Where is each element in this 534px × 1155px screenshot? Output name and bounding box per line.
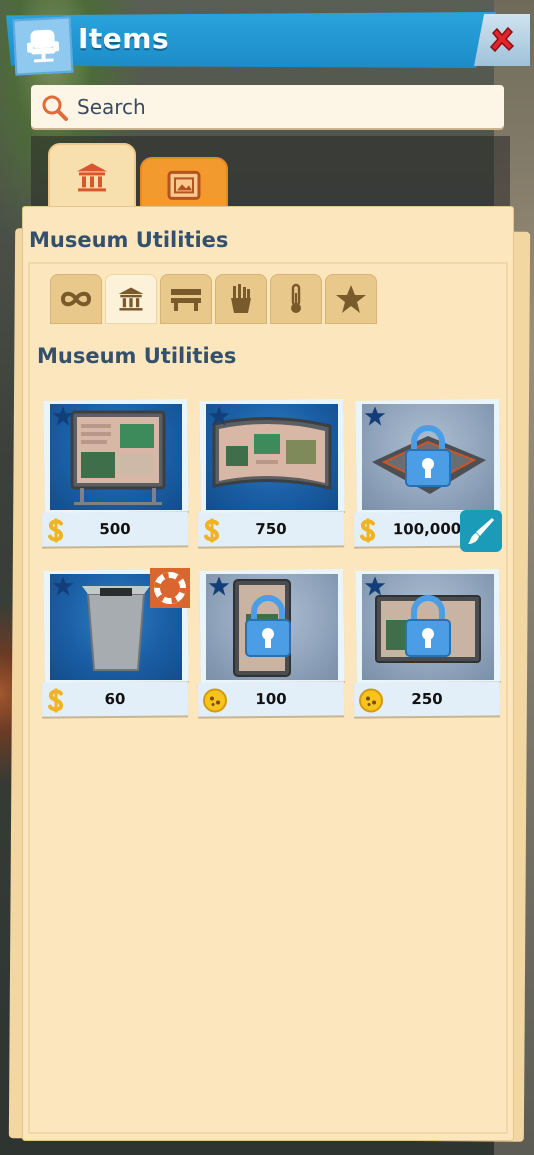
price-bar: 60 (41, 681, 189, 717)
search-box[interactable] (31, 85, 504, 128)
subtab-food[interactable] (215, 274, 267, 324)
item-card[interactable]: 500 (41, 399, 189, 547)
price-bar: 250 (353, 681, 501, 717)
item-price: 100 (255, 689, 287, 709)
item-price: 500 (99, 519, 131, 539)
item-card[interactable]: 100,000 (353, 399, 502, 552)
lock-icon (405, 425, 451, 487)
item-card[interactable]: 60 (41, 568, 190, 717)
paintbrush-icon (468, 518, 494, 544)
lock-icon (245, 595, 291, 657)
item-price: 60 (104, 689, 126, 709)
favorite-star-icon[interactable] (208, 405, 230, 427)
chair-icon (12, 16, 74, 76)
search-input[interactable] (77, 85, 477, 128)
item-card[interactable]: 750 (197, 399, 345, 547)
star-icon (336, 285, 366, 313)
favorite-star-icon[interactable] (364, 575, 386, 597)
thermometer-icon (291, 283, 301, 313)
lock-icon (405, 595, 451, 657)
lifebuoy-icon (154, 572, 186, 604)
museum-icon (77, 163, 107, 192)
tab-museum[interactable] (48, 143, 136, 215)
lifebuoy-badge (150, 568, 190, 608)
search-icon (42, 95, 68, 121)
paintbrush-badge[interactable] (460, 510, 502, 552)
item-card[interactable]: 250 (353, 569, 501, 717)
fries-icon (231, 284, 251, 313)
price-bar: 100 (197, 681, 345, 717)
section-title: Museum Utilities (29, 228, 229, 252)
price-bar: 750 (197, 511, 345, 547)
item-price: 750 (255, 519, 287, 539)
item-card[interactable]: 100 (197, 569, 345, 717)
favorite-star-icon[interactable] (364, 405, 386, 427)
subtab-favorites[interactable] (325, 274, 377, 324)
subtab-museum[interactable] (105, 274, 157, 324)
subtab-all[interactable] (50, 274, 102, 324)
subsection-title: Museum Utilities (37, 344, 237, 368)
infinity-icon (60, 291, 92, 307)
close-x-icon (489, 26, 515, 53)
favorite-star-icon[interactable] (208, 575, 230, 597)
item-price: 250 (411, 689, 443, 709)
bench-icon (171, 289, 201, 311)
museum-icon (118, 287, 144, 311)
picture-frame-icon (167, 170, 201, 200)
price-bar: 500 (41, 511, 189, 547)
favorite-star-icon[interactable] (52, 575, 74, 597)
window-title: Items (78, 22, 170, 55)
favorite-star-icon[interactable] (52, 405, 74, 427)
subtab-bench[interactable] (160, 274, 212, 324)
subtab-climate[interactable] (270, 274, 322, 324)
